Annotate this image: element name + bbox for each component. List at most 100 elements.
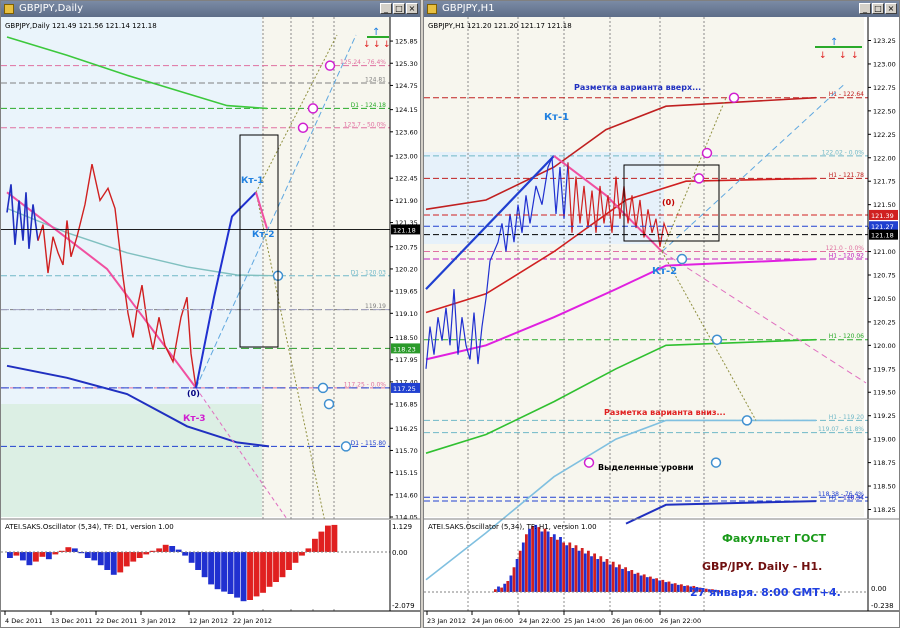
svg-text:↑: ↑ <box>830 37 838 48</box>
osc-bar <box>580 548 584 592</box>
osc-bar <box>39 552 46 557</box>
osc-bar <box>658 580 662 592</box>
osc-bar <box>661 579 665 592</box>
osc-bar <box>260 552 266 593</box>
level-label: 119.19 <box>365 303 386 310</box>
x-tick-label: 3 Jan 2012 <box>141 617 176 625</box>
osc-bar <box>667 581 671 592</box>
y-tick-label: 119.50 <box>873 389 896 397</box>
left-window-titlebar[interactable]: GBPJPY,Daily _ □ × <box>1 1 420 17</box>
osc-bar <box>562 542 565 592</box>
y-tick-label: 125.30 <box>395 60 418 68</box>
osc-bar <box>571 548 575 592</box>
y-tick-label: 120.20 <box>395 265 418 273</box>
osc-bar <box>123 552 130 567</box>
left-osc-label: ATEI.SAKS.Oscillator (5,34), TF: D1, ver… <box>5 523 174 531</box>
osc-bar <box>515 559 519 592</box>
up-variant-label: Разметка варианта вверх... <box>574 83 701 92</box>
osc-bar <box>84 552 91 558</box>
level-marker <box>324 60 336 71</box>
level-label: H1 - 120.06 <box>829 333 864 340</box>
close-button[interactable]: × <box>885 3 897 14</box>
osc-bar <box>273 552 279 582</box>
maximize-button[interactable]: □ <box>872 3 884 14</box>
y-tick-label: 122.50 <box>873 107 896 115</box>
osc-bar <box>156 548 163 552</box>
level-marker <box>317 382 329 394</box>
osc-bar <box>593 553 596 592</box>
level-marker <box>701 147 713 159</box>
x-tick-label: 26 Jan 22:00 <box>660 617 701 625</box>
pair-title: GBP/JPY. Daily - H1. <box>702 560 822 573</box>
y-tick-label: 120.50 <box>873 295 896 303</box>
chart-window-icon <box>427 4 437 14</box>
osc-bar <box>318 531 325 552</box>
left-daily-chart[interactable]: 125.24 - 76.4% 124.81 D1 - 124.18 123.7 - 5… <box>1 17 420 627</box>
osc-bar <box>503 583 507 592</box>
price-badge-label: 121.39 <box>871 212 894 220</box>
minimize-button[interactable]: _ <box>859 3 871 14</box>
osc-bar <box>299 552 305 556</box>
y-tick-label: 119.25 <box>873 412 896 420</box>
level-label: 117.25 - 0.0% <box>344 381 387 388</box>
osc-bar <box>664 582 668 592</box>
right-chart-window: GBPJPY,H1 _ □ × H1 - 122.64 122.02 - 0.0%… <box>423 0 900 628</box>
close-button[interactable]: × <box>406 3 418 14</box>
osc-bar <box>305 548 312 552</box>
osc-bar <box>91 552 98 561</box>
osc-bar <box>130 552 137 562</box>
level-marker <box>676 253 688 265</box>
osc-bar <box>627 571 631 592</box>
x-tick-label: 4 Dec 2011 <box>5 617 42 625</box>
y-tick-label: 117.95 <box>395 356 418 364</box>
left-chart-window: GBPJPY,Daily _ □ × 125.24 - 76.4% 124.81 D… <box>0 0 421 628</box>
y-tick-label: 123.00 <box>395 153 418 161</box>
osc-bar <box>110 552 117 575</box>
osc-bar <box>605 559 609 592</box>
svg-text:↓: ↓ <box>373 40 381 50</box>
level-marker <box>693 173 705 184</box>
level-label: D1 - 115.80 <box>351 440 387 447</box>
osc-bar <box>324 525 331 552</box>
right-osc-label: ATEI.SAKS.Oscillator (5,34), TF: H1, ver… <box>428 523 597 531</box>
osc-bar <box>583 553 587 592</box>
osc-bar <box>221 552 228 592</box>
osc-bar <box>32 552 39 562</box>
osc-bar <box>214 552 221 590</box>
osc-bar <box>642 574 646 592</box>
osc-bar <box>549 537 553 592</box>
minimize-button[interactable]: _ <box>380 3 392 14</box>
blue-zone <box>1 17 262 404</box>
osc-bar <box>531 526 534 592</box>
left-osc-mid: 0.00 <box>392 549 408 557</box>
right-window-titlebar[interactable]: GBPJPY,H1 _ □ × <box>424 1 899 17</box>
price-badge-label: 121.18 <box>393 226 416 234</box>
osc-bar <box>7 552 13 558</box>
left-window-title: GBPJPY,Daily <box>19 3 83 14</box>
osc-bar <box>195 552 202 570</box>
osc-bar <box>636 572 640 592</box>
level-marker <box>710 457 722 468</box>
x-tick-label: 25 Jan 14:00 <box>564 617 605 625</box>
osc-bar <box>525 534 528 592</box>
right-window-title: GBPJPY,H1 <box>442 3 495 14</box>
osc-bar <box>97 552 104 566</box>
svg-text:↓: ↓ <box>383 40 391 50</box>
osc-bar <box>136 552 143 558</box>
osc-bar <box>266 552 273 587</box>
y-tick-label: 120.00 <box>873 342 896 350</box>
osc-bar <box>286 552 292 570</box>
x-tick-label: 22 Dec 2011 <box>96 617 138 625</box>
osc-bar <box>534 524 538 592</box>
osc-bar <box>292 552 299 563</box>
osc-bar <box>621 568 624 592</box>
maximize-button[interactable]: □ <box>393 3 405 14</box>
osc-bar <box>169 546 176 552</box>
y-tick-label: 120.75 <box>395 243 418 251</box>
osc-bar <box>611 561 615 592</box>
osc-bar <box>162 544 169 552</box>
level-marker <box>583 457 595 468</box>
y-tick-label: 119.00 <box>873 436 896 444</box>
zero-label: (0) <box>187 389 200 398</box>
right-h1-chart[interactable]: H1 - 122.64 122.02 - 0.0% H1 - 121.78 121.0… <box>424 17 899 627</box>
